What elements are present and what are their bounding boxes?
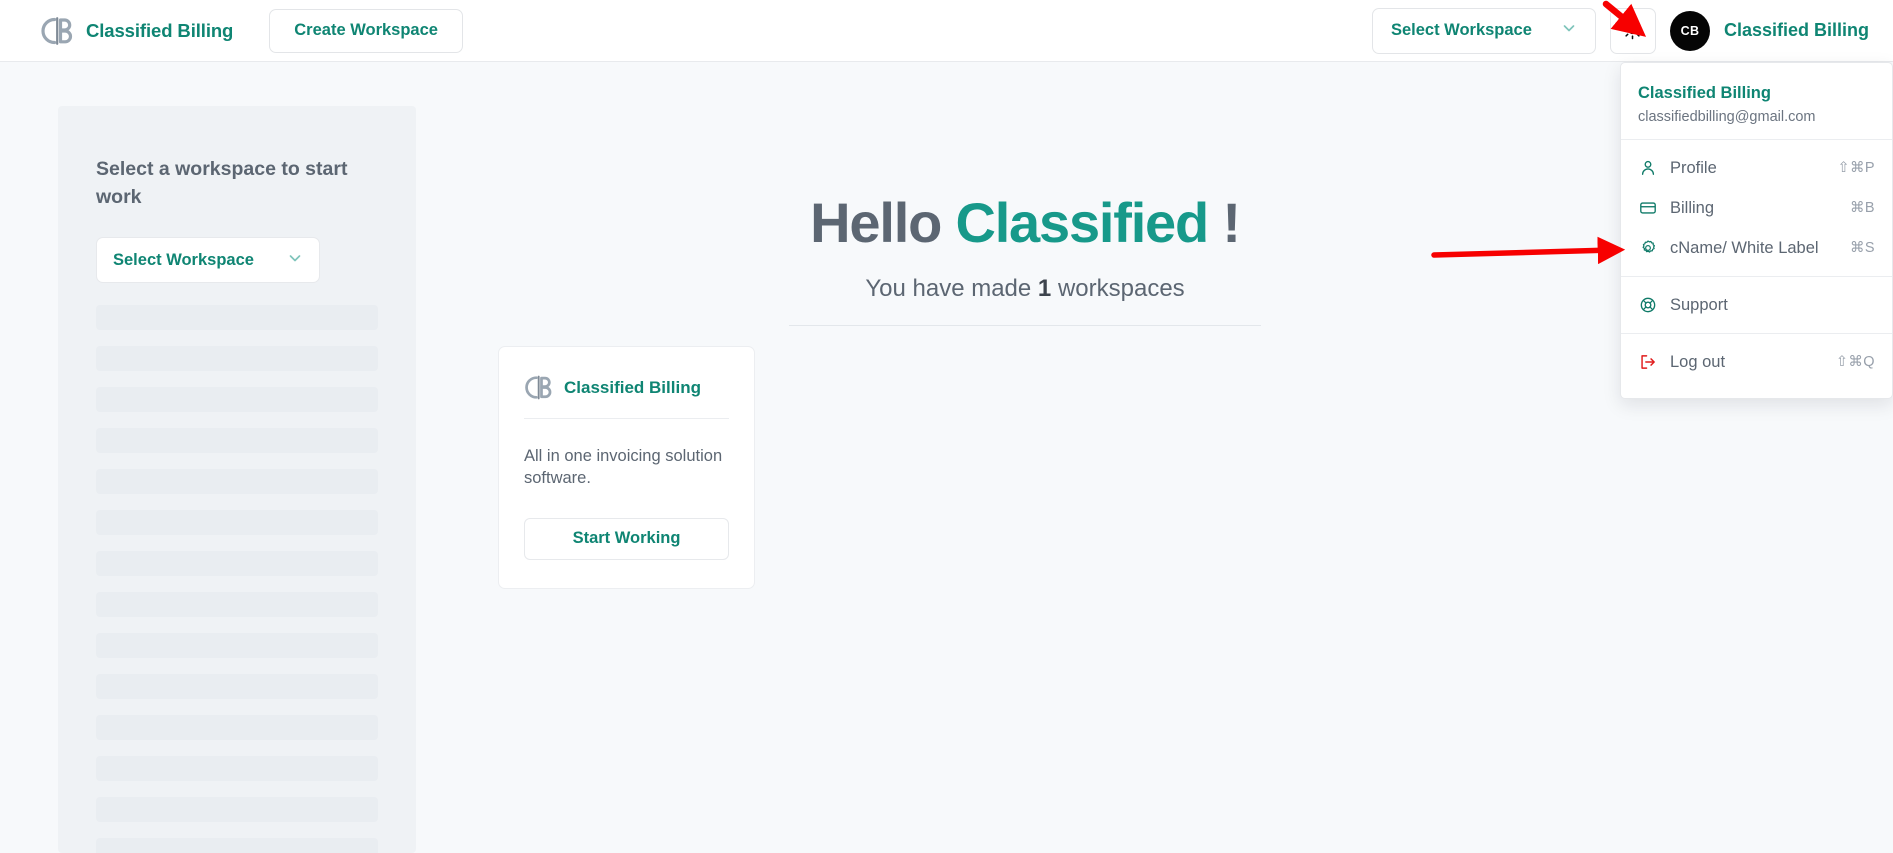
dropdown-account-email: classifiedbilling@gmail.com	[1638, 109, 1816, 126]
workspace-skeleton-row	[96, 756, 378, 782]
brand-name: Classified Billing	[86, 19, 234, 41]
workspace-skeleton-row	[96, 674, 378, 700]
user-icon	[1638, 159, 1657, 178]
page-body: Select a workspace to start work Select …	[0, 62, 1893, 853]
lifebuoy-icon	[1638, 296, 1657, 315]
cb-logo-icon	[40, 14, 74, 48]
cb-logo-icon	[524, 373, 553, 402]
sidebar-title: Select a workspace to start work	[96, 158, 348, 208]
sun-icon	[1622, 19, 1643, 43]
greeting-prefix: Hello	[810, 191, 942, 254]
dropdown-account-name: Classified Billing	[1638, 84, 1771, 102]
workspace-skeleton-row	[96, 305, 378, 331]
menu-item-logout-shortcut: ⇧⌘Q	[1835, 354, 1875, 371]
theme-toggle-button[interactable]	[1609, 7, 1656, 54]
header-user-name: Classified Billing	[1723, 20, 1869, 40]
workspace-skeleton-row	[96, 633, 378, 659]
workspace-skeleton-list	[96, 305, 378, 853]
workspace-skeleton-row	[96, 592, 378, 618]
sidebar-select-workspace-dropdown[interactable]: Select Workspace	[96, 237, 320, 284]
workspace-skeleton-row	[96, 551, 378, 577]
menu-item-logout[interactable]: Log out ⇧⌘Q	[1621, 342, 1892, 382]
workspace-count: 1	[1037, 274, 1052, 302]
workspace-skeleton-row	[96, 510, 378, 536]
dropdown-primary-group: Profile ⇧⌘P Billing ⌘B cName/ White Labe…	[1621, 140, 1892, 276]
dropdown-support-group: Support	[1621, 277, 1892, 333]
workspace-card-description: All in one invoicing solution software.	[524, 447, 723, 488]
page-title: Hello Classified !	[810, 191, 1241, 254]
workspace-count-text: You have made 1 workspaces	[865, 275, 1184, 303]
menu-item-support[interactable]: Support	[1621, 285, 1892, 325]
avatar[interactable]: CB	[1669, 10, 1710, 51]
menu-item-profile-label: Profile	[1670, 158, 1717, 177]
workspace-card[interactable]: Classified Billing All in one invoicing …	[498, 346, 755, 589]
workspace-skeleton-row	[96, 469, 378, 495]
menu-item-billing-label: Billing	[1670, 198, 1715, 217]
header-actions: Select Workspace CB Classified Billing	[1371, 7, 1875, 54]
start-working-button[interactable]: Start Working	[524, 517, 729, 560]
menu-item-billing-shortcut: ⌘B	[1850, 200, 1875, 217]
greeting-block: Hello Classified ! You have made 1 works…	[427, 191, 1623, 326]
profile-dropdown-menu: Classified Billing classifiedbilling@gma…	[1620, 62, 1893, 400]
menu-item-support-label: Support	[1670, 295, 1728, 314]
menu-item-profile-shortcut: ⇧⌘P	[1837, 160, 1875, 177]
create-workspace-button[interactable]: Create Workspace	[269, 8, 463, 53]
select-workspace-dropdown[interactable]: Select Workspace	[1371, 7, 1596, 54]
greeting-suffix: !	[1222, 191, 1241, 254]
subtitle-prefix: You have made	[865, 274, 1032, 302]
workspace-card-name: Classified Billing	[564, 377, 701, 397]
workspace-skeleton-row	[96, 838, 378, 853]
workspace-card-header: Classified Billing	[524, 373, 729, 419]
chevron-down-icon	[1561, 20, 1577, 41]
workspace-sidebar: Select a workspace to start work Select …	[58, 106, 416, 853]
menu-item-billing[interactable]: Billing ⌘B	[1621, 188, 1892, 228]
logout-icon	[1638, 353, 1657, 372]
divider	[789, 324, 1261, 326]
app-header: Classified Billing Create Workspace Sele…	[0, 0, 1893, 62]
menu-item-profile[interactable]: Profile ⇧⌘P	[1621, 148, 1892, 188]
menu-item-logout-label: Log out	[1670, 352, 1726, 371]
workspace-skeleton-row	[96, 346, 378, 372]
workspace-skeleton-row	[96, 797, 378, 823]
greeting-name: Classified	[955, 191, 1209, 254]
workspace-skeleton-row	[96, 387, 378, 413]
brand: Classified Billing	[40, 14, 233, 48]
credit-card-icon	[1638, 199, 1657, 218]
menu-item-cname-white-label-shortcut: ⌘S	[1850, 240, 1875, 257]
dropdown-account-header: Classified Billing classifiedbilling@gma…	[1621, 75, 1892, 139]
subtitle-suffix: workspaces	[1057, 274, 1185, 302]
sidebar-select-workspace-label: Select Workspace	[113, 250, 254, 269]
gear-icon	[1638, 239, 1657, 258]
menu-item-cname-white-label-label: cName/ White Label	[1670, 238, 1819, 257]
dropdown-logout-group: Log out ⇧⌘Q	[1621, 334, 1892, 390]
menu-item-cname-white-label[interactable]: cName/ White Label ⌘S	[1621, 228, 1892, 268]
chevron-down-icon	[287, 250, 303, 271]
workspace-skeleton-row	[96, 428, 378, 454]
workspace-skeleton-row	[96, 715, 378, 741]
select-workspace-label: Select Workspace	[1390, 21, 1532, 39]
